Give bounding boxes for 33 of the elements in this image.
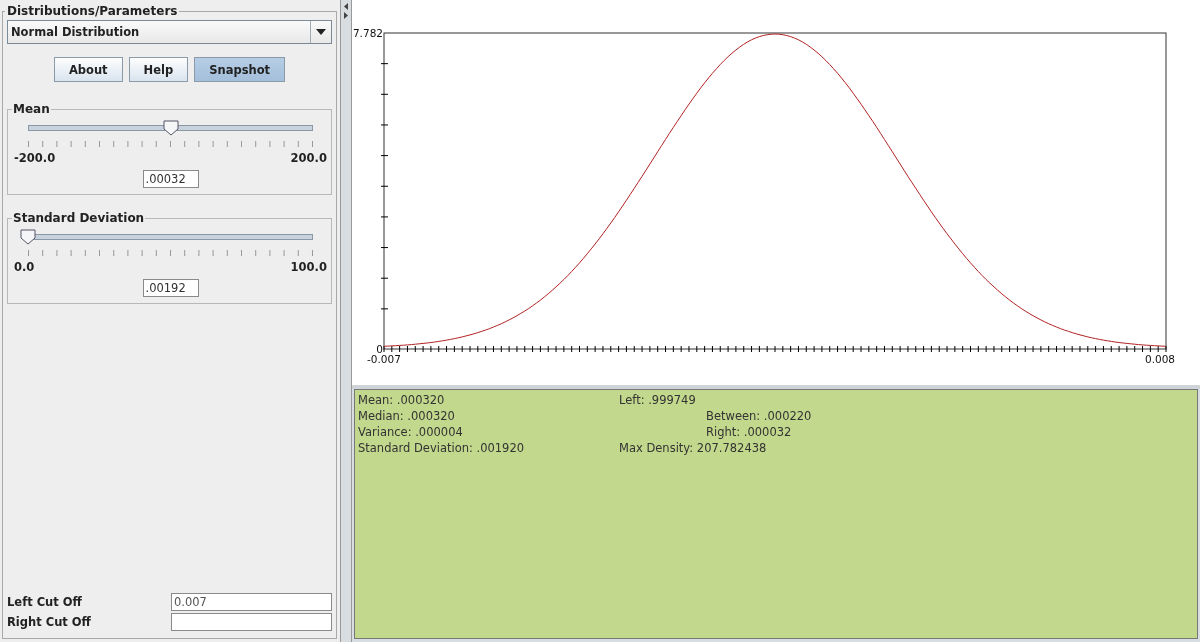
slider-min-label: 0.0 bbox=[14, 260, 35, 274]
input-field[interactable]: 0.007 bbox=[171, 593, 332, 611]
value-field[interactable]: .00032 bbox=[142, 170, 199, 188]
statistic-text: Variance: .000004 bbox=[358, 425, 464, 441]
toolbar-button[interactable]: Snapshot bbox=[194, 57, 286, 82]
statistic-text: Between: .000220 bbox=[705, 409, 813, 425]
field-label: Right Cut Off bbox=[7, 615, 92, 629]
group-title: Mean bbox=[12, 102, 51, 116]
axis-label: -0.007 bbox=[367, 353, 401, 365]
statistic-text: Max Density: 207.782438 bbox=[619, 441, 768, 457]
panel-title: Distributions/Parameters bbox=[6, 4, 179, 18]
statistic-text: Standard Deviation: .001920 bbox=[358, 441, 526, 457]
statistic-text: Right: .000032 bbox=[705, 425, 793, 441]
field-label: Left Cut Off bbox=[7, 595, 83, 609]
axis-label: 0 bbox=[376, 343, 383, 355]
value-field[interactable]: .00192 bbox=[142, 279, 199, 297]
toolbar-button[interactable]: About bbox=[53, 57, 123, 82]
slider-min-label: -200.0 bbox=[14, 151, 56, 165]
statistic-text: Median: .000320 bbox=[358, 409, 456, 425]
dropdown-arrow-icon bbox=[316, 29, 326, 35]
axis-label: 0.008 bbox=[1144, 353, 1176, 365]
slider-max-label: 100.0 bbox=[290, 260, 327, 274]
statistic-text: Left: .999749 bbox=[619, 393, 697, 409]
slider-max-label: 200.0 bbox=[290, 151, 327, 165]
statistic-text: Mean: .000320 bbox=[358, 393, 446, 409]
axis-label: 7.782 bbox=[352, 27, 383, 39]
group-title: Standard Deviation bbox=[12, 211, 146, 225]
input-field[interactable] bbox=[171, 613, 332, 631]
slider-thumb[interactable] bbox=[162, 120, 179, 136]
collapse-arrows-icon[interactable] bbox=[343, 2, 349, 20]
slider-thumb[interactable] bbox=[20, 229, 36, 245]
toolbar-button[interactable]: Help bbox=[128, 57, 189, 82]
distribution-dropdown[interactable]: Normal Distribution bbox=[7, 20, 332, 44]
